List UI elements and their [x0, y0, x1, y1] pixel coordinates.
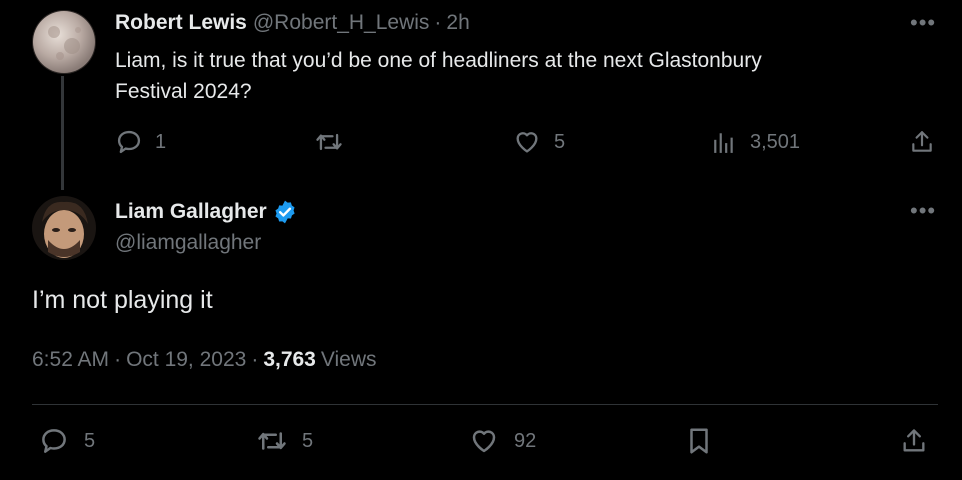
meta-separator-1: · — [114, 348, 122, 371]
repost-icon — [254, 426, 290, 456]
reply-author-handle[interactable]: @Robert_H_Lewis — [253, 11, 430, 35]
share-icon — [900, 426, 928, 456]
repost-button[interactable] — [314, 128, 344, 156]
liam-gallagher-avatar[interactable] — [32, 196, 96, 260]
reply-author-name[interactable]: Robert Lewis — [115, 11, 247, 35]
main-like-count: 92 — [514, 429, 537, 452]
like-icon — [513, 128, 541, 156]
reply-icon — [38, 426, 70, 456]
main-share-button[interactable] — [900, 426, 928, 456]
reply-timestamp[interactable]: 2h — [446, 11, 469, 35]
thread-connector-line — [61, 76, 64, 190]
main-repost-button[interactable]: 5 — [254, 426, 313, 456]
reply-text-line2: Festival 2024? — [115, 80, 252, 103]
main-more-icon[interactable]: ••• — [910, 200, 936, 222]
verified-badge-icon — [272, 199, 298, 225]
robert-lewis-avatar[interactable] — [32, 10, 96, 74]
bookmark-button[interactable] — [686, 426, 712, 456]
tweet-time[interactable]: 6:52 AM — [32, 348, 109, 372]
reply-separator: · — [434, 11, 442, 34]
main-author-row: Liam Gallagher — [115, 199, 298, 225]
repost-icon — [314, 128, 344, 156]
reply-icon — [115, 128, 143, 156]
main-author-name[interactable]: Liam Gallagher — [115, 200, 267, 224]
reply-count: 1 — [155, 130, 167, 153]
main-reply-button[interactable]: 5 — [38, 426, 95, 456]
meta-divider — [32, 404, 938, 405]
reply-text-line1: Liam, is it true that you’d be one of he… — [115, 49, 762, 72]
main-reply-count: 5 — [84, 429, 96, 452]
reply-text: Liam, is it true that you’d be one of he… — [115, 45, 762, 107]
main-tweet-text: I’m not playing it — [32, 286, 213, 314]
meta-separator-2: · — [251, 348, 259, 371]
main-author-handle[interactable]: @liamgallagher — [115, 231, 261, 255]
tweet-meta: 6:52 AM · Oct 19, 2023 · 3,763 Views — [32, 348, 377, 372]
reply-button[interactable]: 1 — [115, 128, 166, 156]
share-icon — [909, 128, 935, 156]
views-icon — [712, 128, 736, 156]
views-label: Views — [320, 348, 377, 371]
reply-share-button[interactable] — [909, 128, 935, 156]
views-total: 3,763 — [263, 348, 316, 371]
like-icon — [468, 426, 500, 456]
reply-more-icon[interactable]: ••• — [910, 12, 936, 34]
like-count: 5 — [554, 130, 566, 153]
reply-header: Robert Lewis @Robert_H_Lewis · 2h — [115, 10, 470, 36]
bookmark-icon — [686, 426, 712, 456]
tweet-date[interactable]: Oct 19, 2023 — [126, 348, 246, 372]
views-count: 3,501 — [750, 130, 801, 153]
main-like-button[interactable]: 92 — [468, 426, 536, 456]
main-repost-count: 5 — [302, 429, 314, 452]
like-button[interactable]: 5 — [513, 128, 565, 156]
views-button[interactable]: 3,501 — [712, 128, 800, 156]
